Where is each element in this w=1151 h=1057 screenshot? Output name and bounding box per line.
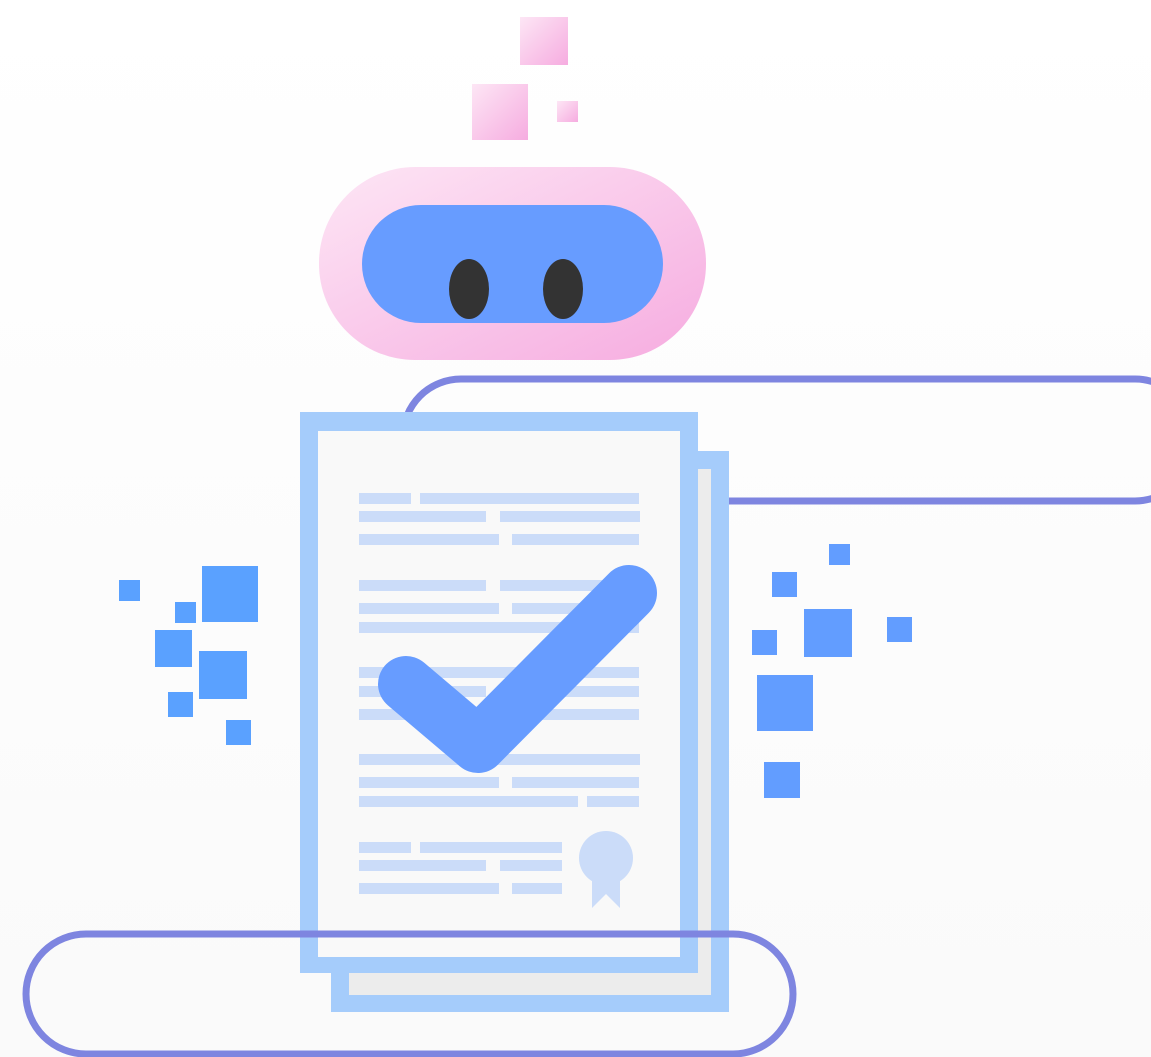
blue-pixel — [226, 720, 251, 745]
robot-visor — [362, 205, 663, 323]
blue-pixel — [752, 630, 777, 655]
robot-head-icon — [319, 167, 706, 360]
blue-pixels-right — [752, 544, 912, 798]
blue-pixels-left — [119, 566, 258, 745]
blue-pixel — [168, 692, 193, 717]
blue-pixel — [202, 566, 258, 622]
blue-pixel — [757, 675, 813, 731]
blue-pixel — [772, 572, 797, 597]
robot-eye-left — [449, 259, 489, 319]
blue-pixel — [804, 609, 852, 657]
pink-pixel — [472, 84, 528, 140]
blue-pixel — [887, 617, 912, 642]
blue-pixel — [155, 630, 192, 667]
pink-pixel — [557, 101, 578, 122]
pink-pixel — [520, 17, 568, 65]
blue-pixel — [199, 651, 247, 699]
blue-pixel — [175, 602, 196, 623]
illustration-canvas — [0, 0, 1151, 1057]
pink-pixels — [472, 17, 578, 140]
blue-pixel — [764, 762, 800, 798]
blue-pixel — [829, 544, 850, 565]
illustration-svg — [22, 17, 1151, 1057]
blue-pixel — [119, 580, 140, 601]
robot-eye-right — [543, 259, 583, 319]
